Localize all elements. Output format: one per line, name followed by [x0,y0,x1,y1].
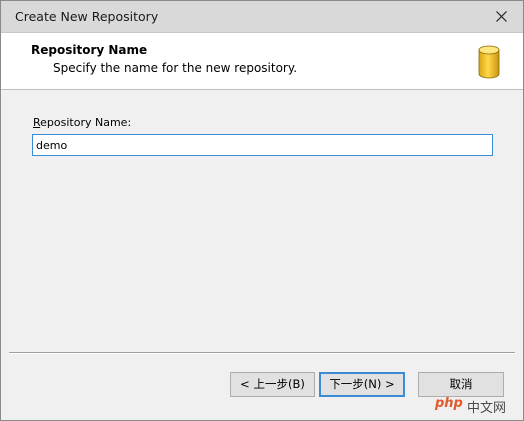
window-title: Create New Repository [15,9,159,24]
wizard-content: Repository Name: [9,90,515,353]
page-subtitle: Specify the name for the new repository. [53,61,298,75]
separator [9,353,515,354]
close-button[interactable] [479,1,523,32]
watermark-logo-text: php [435,396,463,411]
next-button[interactable]: 下一步(N) > [319,372,405,397]
wizard-header: Repository Name Specify the name for the… [1,33,523,90]
title-bar[interactable]: Create New Repository [1,1,523,33]
back-button[interactable]: < 上一步(B) [230,372,315,397]
page-title: Repository Name [31,43,148,57]
repository-name-input[interactable] [32,134,493,156]
create-repository-dialog: Create New Repository Repository Name Sp… [0,0,524,421]
database-icon [478,45,500,79]
close-icon [496,11,507,22]
label-text: epository Name: [40,116,132,129]
repository-name-label: Repository Name: [33,116,131,129]
watermark-site-text: 中文网 [467,401,507,416]
site-watermark: php 中文网 [433,394,517,416]
